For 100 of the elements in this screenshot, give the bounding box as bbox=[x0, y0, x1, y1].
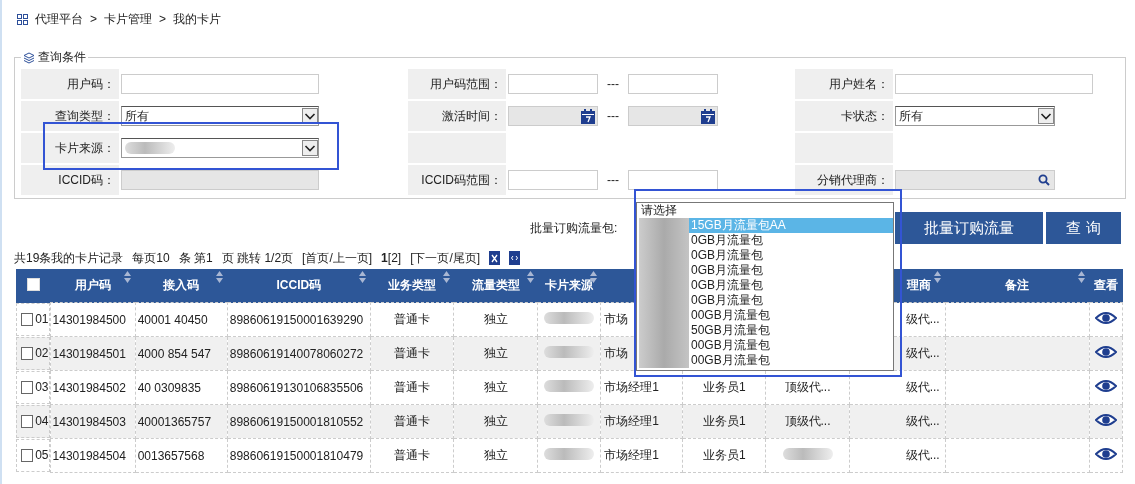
input-field[interactable] bbox=[508, 170, 598, 190]
spreadsheet-icon[interactable] bbox=[489, 251, 501, 265]
field-label: 用户码： bbox=[21, 69, 119, 99]
range-separator: --- bbox=[606, 77, 620, 91]
row-number: 03 bbox=[35, 380, 49, 394]
sort-icon[interactable] bbox=[526, 271, 534, 283]
page-link[interactable]: [下一页/尾页] bbox=[410, 249, 481, 267]
breadcrumb-link[interactable]: 代理平台 bbox=[35, 10, 83, 28]
checkbox[interactable] bbox=[21, 448, 34, 462]
breadcrumb-link[interactable]: 卡片管理 bbox=[104, 10, 152, 28]
sort-icon[interactable] bbox=[216, 271, 224, 283]
input-field[interactable] bbox=[628, 74, 718, 94]
field-label: 用户码范围： bbox=[408, 69, 506, 99]
input-field[interactable] bbox=[895, 74, 1093, 94]
dropdown-option[interactable]: 0GB月流量包 bbox=[689, 293, 893, 308]
chevron-down-icon bbox=[1038, 108, 1054, 124]
checkbox[interactable] bbox=[21, 414, 34, 428]
field-label: 分销代理商： bbox=[795, 165, 893, 195]
dropdown-option[interactable]: 00GB月流量包 bbox=[689, 308, 893, 323]
table-cell: 89860619140078060272 bbox=[229, 346, 364, 361]
breadcrumb-link[interactable]: 我的卡片 bbox=[173, 10, 222, 28]
lookup-field[interactable] bbox=[895, 170, 1055, 190]
breadcrumb-separator: > bbox=[90, 12, 97, 26]
table-cell: 级代... bbox=[905, 380, 940, 394]
sort-icon[interactable] bbox=[934, 271, 942, 283]
action-button[interactable]: 查 询 bbox=[1046, 212, 1121, 244]
select-field[interactable] bbox=[121, 138, 319, 158]
eye-icon[interactable] bbox=[1094, 413, 1117, 427]
pager-text: 条 第1 bbox=[178, 249, 213, 267]
table-cell: 级代... bbox=[905, 312, 940, 326]
table-cell: 4000 854 547 bbox=[137, 346, 212, 361]
table-cell: 市场 bbox=[604, 346, 629, 360]
table-cell: 14301984504 bbox=[52, 448, 126, 463]
range-separator: --- bbox=[606, 173, 620, 187]
table-cell: 级代... bbox=[905, 414, 940, 428]
dropdown-option[interactable]: 00GB月流量包 bbox=[689, 338, 893, 353]
dropdown-option[interactable]: 0GB月流量包 bbox=[689, 248, 893, 263]
current-page: 1 bbox=[381, 251, 388, 265]
pager-text: 共19条我的卡片记录 bbox=[14, 249, 124, 267]
grid-icon bbox=[17, 13, 28, 25]
row-number: 02 bbox=[35, 346, 49, 360]
row-number: 05 bbox=[35, 448, 49, 462]
table-cell: 市场经理1 bbox=[604, 448, 659, 462]
sort-icon[interactable] bbox=[124, 271, 132, 283]
date-field[interactable] bbox=[508, 106, 598, 126]
table-cell: 89860619150001810479 bbox=[229, 448, 364, 463]
row-number: 01 bbox=[35, 312, 49, 326]
dropdown-option[interactable]: 请选择 bbox=[637, 203, 893, 218]
search-icon bbox=[1038, 174, 1050, 186]
input-field[interactable] bbox=[628, 170, 718, 190]
table-cell: 40001365757 bbox=[137, 414, 212, 429]
column-header[interactable]: 接入码 bbox=[163, 277, 200, 294]
table-cell: 市场 bbox=[604, 312, 629, 326]
table-cell: 独立 bbox=[483, 380, 508, 394]
table-cell: 89860619130106835506 bbox=[229, 380, 364, 395]
row-number: 04 bbox=[35, 414, 49, 428]
dropdown-option[interactable]: 0GB月流量包 bbox=[689, 278, 893, 293]
table-cell: 级代... bbox=[905, 346, 940, 360]
sort-icon[interactable] bbox=[442, 271, 450, 283]
sort-icon[interactable] bbox=[1078, 271, 1086, 283]
dropdown-option[interactable]: 0GB月流量包 bbox=[689, 263, 893, 278]
field-label: 卡状态： bbox=[795, 101, 893, 131]
breadcrumb-separator: > bbox=[159, 12, 167, 26]
document-icon[interactable] bbox=[509, 251, 521, 265]
action-button[interactable]: 批量订购流量 bbox=[895, 212, 1043, 244]
blurred-text bbox=[125, 142, 175, 154]
select-field[interactable]: 所有 bbox=[895, 106, 1055, 126]
column-header[interactable]: 理商 bbox=[907, 277, 932, 294]
input-field[interactable] bbox=[508, 74, 598, 94]
checkbox[interactable] bbox=[21, 312, 34, 326]
dropdown-option[interactable]: 0GB月流量包 bbox=[689, 233, 893, 248]
dropdown-option[interactable]: 00GB月流量包 bbox=[689, 353, 893, 368]
checkbox[interactable] bbox=[21, 380, 34, 394]
input-field[interactable] bbox=[121, 74, 319, 94]
date-field[interactable] bbox=[628, 106, 718, 126]
eye-icon[interactable] bbox=[1094, 379, 1117, 393]
field-label: ICCID码范围： bbox=[408, 165, 506, 195]
table-cell: 市场经理1 bbox=[604, 414, 659, 428]
dropdown-option[interactable]: 50GB月流量包 bbox=[689, 323, 893, 338]
eye-icon[interactable] bbox=[1094, 311, 1117, 325]
table-cell: 普通卡 bbox=[394, 346, 430, 360]
table-cell: 顶级代... bbox=[784, 380, 831, 394]
column-header[interactable]: ICCID码 bbox=[276, 277, 322, 294]
calendar-icon bbox=[581, 108, 595, 124]
field-label: 查询类型： bbox=[21, 101, 119, 131]
eye-icon[interactable] bbox=[1094, 447, 1117, 461]
table-cell: 顶级代... bbox=[784, 414, 831, 428]
sort-icon[interactable] bbox=[359, 271, 367, 283]
select-field[interactable]: 所有 bbox=[121, 106, 319, 126]
table-cell: 级代... bbox=[905, 448, 940, 462]
table-cell: 14301984502 bbox=[52, 380, 126, 395]
table-cell: 40 0309835 bbox=[137, 380, 202, 395]
field-label: 卡片来源： bbox=[21, 133, 119, 163]
checkbox[interactable] bbox=[21, 346, 34, 360]
table-cell: 业务员1 bbox=[703, 380, 746, 394]
table-cell: 业务员1 bbox=[703, 448, 746, 462]
eye-icon[interactable] bbox=[1094, 345, 1117, 359]
page-link[interactable]: [2] bbox=[387, 251, 402, 265]
table-cell: 独立 bbox=[483, 448, 508, 462]
column-header[interactable]: 备注 bbox=[1005, 277, 1030, 294]
